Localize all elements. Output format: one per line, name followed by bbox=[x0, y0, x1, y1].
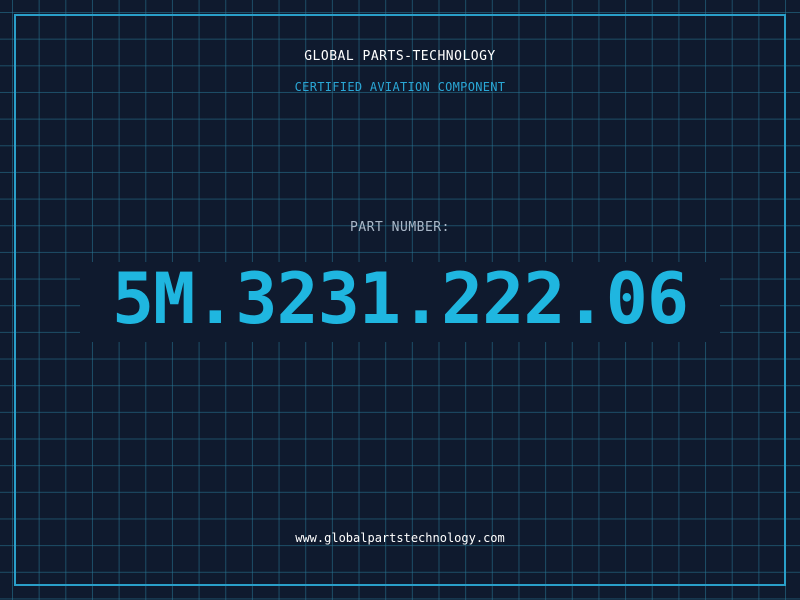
certification-subtitle: CERTIFIED AVIATION COMPONENT bbox=[294, 80, 506, 94]
part-number-label: PART NUMBER: bbox=[350, 220, 450, 235]
part-number-value: 5M.3231.222.06 bbox=[111, 258, 689, 340]
website-url[interactable]: www.globalpartstechnology.com bbox=[0, 531, 800, 545]
company-name: GLOBAL PARTS-TECHNOLOGY bbox=[304, 49, 496, 64]
